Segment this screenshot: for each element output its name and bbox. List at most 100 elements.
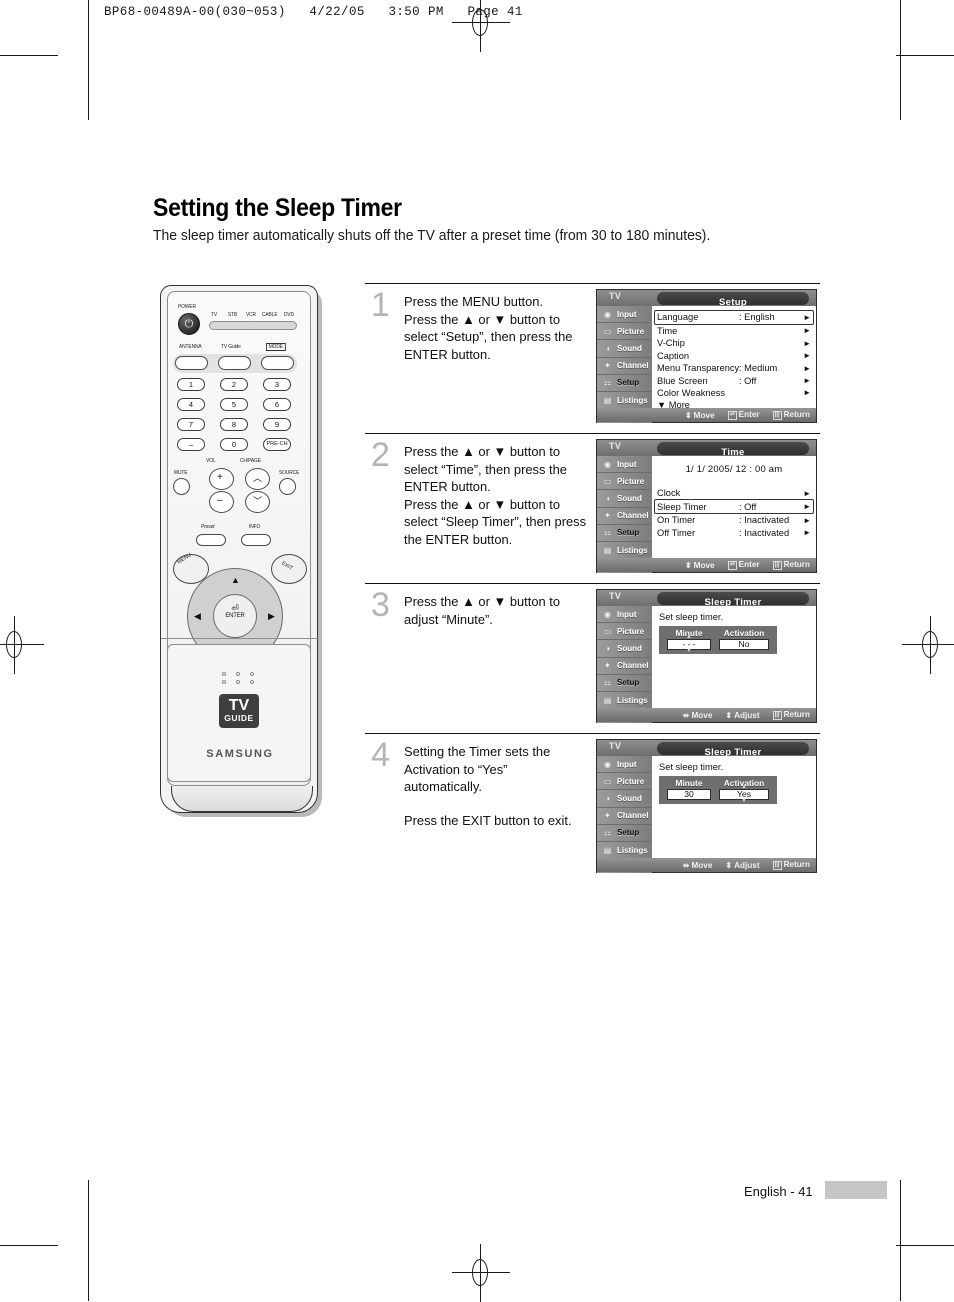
sidebar-item-sound[interactable]: ◑ Sound <box>597 490 652 508</box>
minute-value-field[interactable]: ▲ - - - ▼ <box>667 634 711 654</box>
sleep-timer-table: Minute Activation 30 ▲ Yes ▼ <box>659 776 777 804</box>
activation-value-field[interactable]: ▲ Yes ▼ <box>719 784 769 804</box>
sidebar-item-listings[interactable]: ▤ Listings <box>597 542 652 560</box>
key-8[interactable]: 8 <box>220 418 248 431</box>
key-3[interactable]: 3 <box>263 378 291 391</box>
updown-arrows-icon: ⬍ <box>684 410 692 420</box>
step-line: Press the MENU button. <box>404 294 544 309</box>
key-pre-ch[interactable]: PRE-CH <box>263 438 291 451</box>
updown-arrows-icon: ⬍ <box>725 860 733 870</box>
chevron-right-icon: ► <box>803 312 811 322</box>
sidebar-item-picture[interactable]: ▭ Picture <box>597 323 652 341</box>
sidebar-item-input[interactable]: ◉ Input <box>597 756 652 774</box>
crop-mark-top-left <box>0 55 58 56</box>
menu-row-clock[interactable]: Clock ► <box>657 487 811 499</box>
minute-value-field[interactable]: 30 <box>667 789 711 800</box>
mode-button[interactable] <box>261 356 294 370</box>
sidebar-item-listings[interactable]: ▤ Listings <box>597 692 652 710</box>
sidebar-item-label: Channel <box>617 661 649 671</box>
info-button[interactable] <box>241 534 271 546</box>
power-button[interactable] <box>178 313 200 335</box>
menu-row-sleep-timer[interactable]: Sleep Timer: Off ► <box>654 499 814 515</box>
menu-row-color-weakness[interactable]: Color Weakness ► <box>657 387 811 399</box>
preset-button[interactable] <box>196 534 226 546</box>
menu-row-blue-screen[interactable]: Blue Screen: Off ► <box>657 374 811 386</box>
sidebar-item-sound[interactable]: ◑ Sound <box>597 640 652 658</box>
input-icon: ◉ <box>604 309 611 319</box>
key-1[interactable]: 1 <box>177 378 205 391</box>
chpage-label: CH/PAGE <box>240 458 261 464</box>
sidebar-item-input[interactable]: ◉ Input <box>597 606 652 624</box>
tv-guide-button[interactable] <box>218 356 251 370</box>
sidebar-item-channel[interactable]: ✦ Channel <box>597 358 652 375</box>
tv-guide-logo-top: TV <box>228 697 250 714</box>
sidebar-item-setup[interactable]: ⚏ Setup <box>597 825 652 842</box>
chevron-right-icon: ► <box>803 363 811 373</box>
caret-up-icon: ▲ <box>741 784 747 790</box>
listings-icon: ▤ <box>603 845 612 855</box>
sidebar-item-label: Picture <box>617 476 645 486</box>
osd-sleep-timer-body: Set sleep timer. Minute Activation 30 ▲ … <box>652 756 816 858</box>
key-7[interactable]: 7 <box>177 418 205 431</box>
indicator-dot-6 <box>250 680 254 684</box>
step-line: Press the ▲ or ▼ button to adjust “Minut… <box>404 594 561 627</box>
menu-row-label: Blue Screen <box>657 375 708 386</box>
source-button[interactable] <box>279 478 296 495</box>
antenna-button[interactable] <box>175 356 208 370</box>
menu-row-off-timer[interactable]: Off Timer: Inactivated ► <box>657 527 811 539</box>
sidebar-item-channel[interactable]: ✦ Channel <box>597 808 652 825</box>
activation-value-field[interactable]: No <box>719 639 769 650</box>
hint-move: ⬌ Move <box>682 860 713 870</box>
dpad-left-icon[interactable]: ◀ <box>194 612 201 621</box>
menu-row-language[interactable]: Language: English ► <box>654 310 814 325</box>
hint-enter: ⏎ Enter <box>727 410 760 420</box>
sidebar-item-sound[interactable]: ◑ Sound <box>597 340 652 358</box>
sidebar-item-listings[interactable]: ▤ Listings <box>597 392 652 410</box>
sidebar-item-picture[interactable]: ▭ Picture <box>597 473 652 491</box>
key-2[interactable]: 2 <box>220 378 248 391</box>
menu-row-on-timer[interactable]: On Timer: Inactivated ► <box>657 514 811 526</box>
sidebar-item-label: Setup <box>617 678 640 688</box>
sidebar-item-sound[interactable]: ◑ Sound <box>597 790 652 808</box>
key-6[interactable]: 6 <box>263 398 291 411</box>
step-number: 2 <box>371 436 390 474</box>
page-title: Setting the Sleep Timer <box>153 194 402 222</box>
chevron-right-icon: ► <box>803 528 811 538</box>
menu-row-vchip[interactable]: V-Chip ► <box>657 337 811 349</box>
sidebar-item-listings[interactable]: ▤ Listings <box>597 842 652 860</box>
sidebar-item-setup[interactable]: ⚏ Setup <box>597 525 652 542</box>
osd-hint-bar: ⬌ Move ⬍ Adjust ||| Return <box>597 708 816 722</box>
key-5[interactable]: 5 <box>220 398 248 411</box>
step-1: 1 Press the MENU button. Press the ▲ or … <box>365 283 820 433</box>
sidebar-item-channel[interactable]: ✦ Channel <box>597 658 652 675</box>
mute-button[interactable] <box>173 478 190 495</box>
crop-line-top-right <box>900 0 901 120</box>
channel-icon: ✦ <box>604 811 611 821</box>
menu-row-value: : Off <box>739 501 757 512</box>
sidebar-item-setup[interactable]: ⚏ Setup <box>597 375 652 392</box>
indicator-dot-3 <box>250 672 254 676</box>
sidebar-item-picture[interactable]: ▭ Picture <box>597 623 652 641</box>
dpad-right-icon[interactable]: ▶ <box>268 612 275 621</box>
sidebar-item-channel[interactable]: ✦ Channel <box>597 508 652 525</box>
dpad-up-icon[interactable]: ▲ <box>231 576 240 585</box>
osd-hint-bar: ⬌ Move ⬍ Adjust ||| Return <box>597 858 816 872</box>
key-0[interactable]: 0 <box>220 438 248 451</box>
menu-row-caption[interactable]: Caption ► <box>657 350 811 362</box>
enter-button[interactable]: ⏎ ENTER <box>213 594 257 638</box>
sidebar-item-picture[interactable]: ▭ Picture <box>597 773 652 791</box>
sidebar-item-input[interactable]: ◉ Input <box>597 306 652 324</box>
sidebar-item-label: Sound <box>617 493 642 503</box>
menu-row-menu-transparency[interactable]: Menu Transparency: Medium ► <box>657 362 811 374</box>
sleep-timer-values: ▲ - - - ▼ No <box>663 634 773 654</box>
key-9[interactable]: 9 <box>263 418 291 431</box>
key-4[interactable]: 4 <box>177 398 205 411</box>
crop-line-bottom-left <box>88 1180 89 1301</box>
menu-row-time[interactable]: Time ► <box>657 325 811 337</box>
key-dash[interactable]: – <box>177 438 205 451</box>
sidebar-item-setup[interactable]: ⚏ Setup <box>597 675 652 692</box>
sleep-timer-caption: Set sleep timer. <box>659 612 724 622</box>
osd-hint-bar: ⬍ Move ⏎ Enter ||| Return <box>597 558 816 572</box>
crop-line-top-left <box>88 0 89 120</box>
sidebar-item-input[interactable]: ◉ Input <box>597 456 652 474</box>
